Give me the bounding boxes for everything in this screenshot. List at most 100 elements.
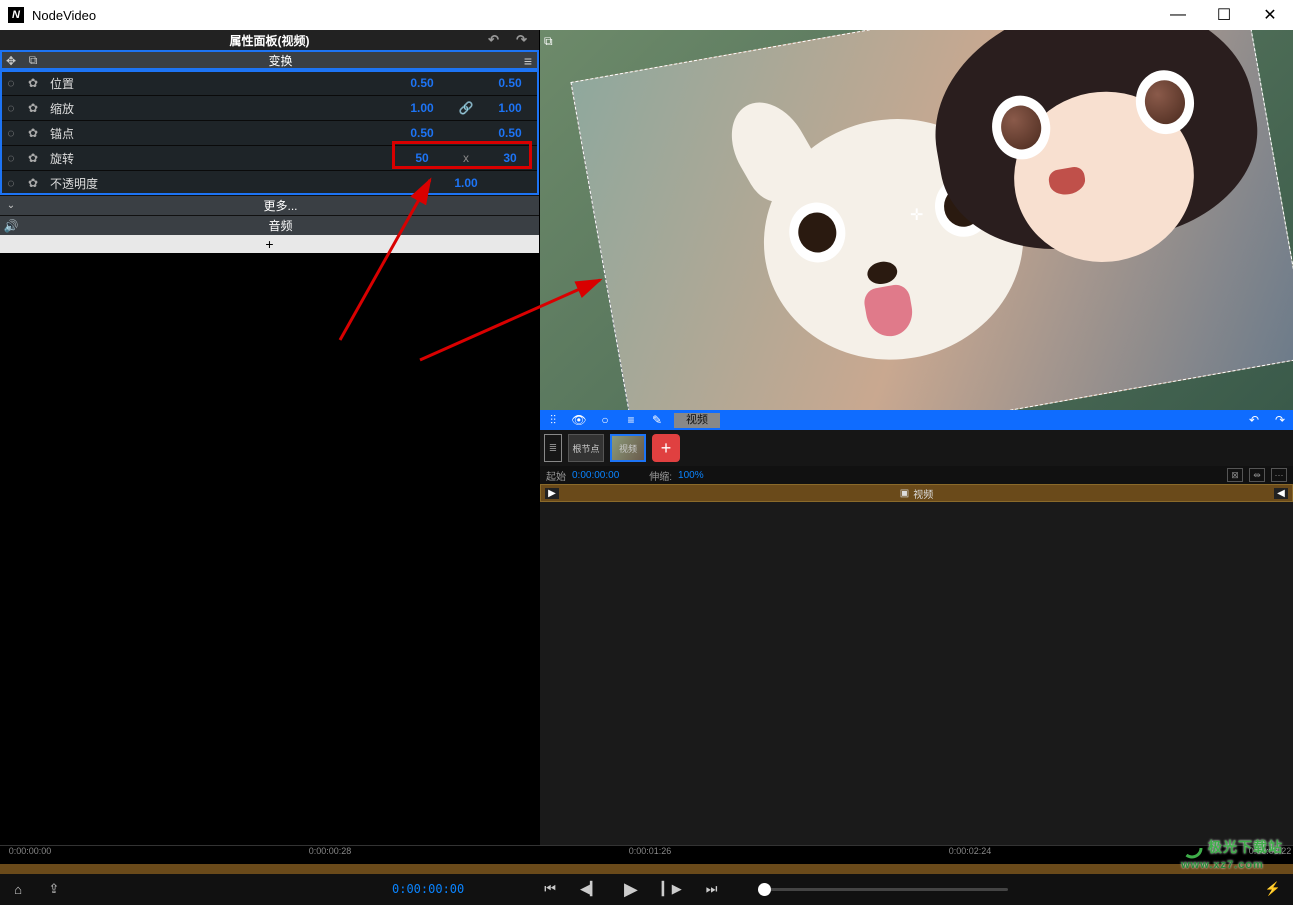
toolbar-redo-icon[interactable]: ↷ [1267, 413, 1293, 427]
gear-icon[interactable]: ✿ [22, 176, 44, 190]
transform-label: 变换 [44, 52, 517, 69]
toolbar-undo-icon[interactable]: ↶ [1241, 413, 1267, 427]
stopwatch-icon[interactable]: ◌ [0, 151, 22, 165]
zoom-slider[interactable] [758, 888, 1008, 891]
transform-section-header[interactable]: ✥ ⧉ 变换 ≡ [0, 50, 539, 70]
next-keyframe-button[interactable]: ⏭ [706, 881, 718, 897]
start-label: 起始 [546, 468, 566, 483]
right-pane: ⧉ ✛ ⫶⫶ 👁 ○ [540, 30, 1293, 845]
gear-icon[interactable]: ✿ [22, 76, 44, 90]
opacity-label: 不透明度 [44, 175, 393, 192]
rotation-separator: x [451, 151, 481, 165]
titlebar: N NodeVideo — ☐ ✕ [0, 0, 1293, 30]
position-row: ◌ ✿ 位置 0.50 0.50 [0, 70, 539, 95]
play-button[interactable]: ▶ [624, 879, 638, 900]
step-back-button[interactable]: ◀▎ [580, 881, 600, 897]
more-options-icon[interactable]: ⋯ [1271, 468, 1287, 482]
scale-x-value[interactable]: 1.00 [393, 101, 451, 115]
video-track[interactable]: ▶ ▣ 视频 ◀ [540, 484, 1293, 502]
stopwatch-icon[interactable]: ◌ [0, 176, 22, 190]
stretch-value[interactable]: 100% [678, 470, 704, 481]
stopwatch-icon[interactable]: ◌ [0, 76, 22, 90]
ruler-tick-0: 0:00:00:00 [9, 846, 52, 856]
watermark-logo-icon [1181, 837, 1203, 859]
node-toolbar: ⫶⫶ 👁 ○ ≡ ✎ 视频 ↶ ↷ [540, 410, 1293, 430]
video-node-thumb[interactable]: 视频 [610, 434, 646, 462]
flash-icon[interactable]: ⚡ [1265, 881, 1281, 897]
link-icon[interactable]: 🔗 [451, 101, 481, 115]
more-row[interactable]: ⌄ 更多... [0, 195, 539, 215]
anchor-x-value[interactable]: 0.50 [393, 126, 451, 140]
start-value[interactable]: 0:00:00:00 [572, 470, 619, 481]
circle-icon[interactable]: ○ [592, 413, 618, 427]
rotation-y-value[interactable]: 30 [481, 151, 539, 165]
speaker-icon: 🔊 [0, 219, 22, 233]
chevron-down-icon: ⌄ [0, 200, 22, 211]
anchor-y-value[interactable]: 0.50 [481, 126, 539, 140]
scale-y-value[interactable]: 1.00 [481, 101, 539, 115]
copy-icon[interactable]: ⧉ [22, 53, 44, 68]
position-x-value[interactable]: 0.50 [393, 76, 451, 90]
zoom-slider-thumb[interactable] [758, 883, 771, 896]
preview-video-frame[interactable] [570, 30, 1293, 410]
track-collapse-left-icon[interactable]: ▶ [545, 488, 559, 499]
anchor-crosshair-icon[interactable]: ✛ [910, 205, 923, 225]
app-logo-icon: N [8, 7, 24, 23]
opacity-value[interactable]: 1.00 [393, 176, 539, 190]
scale-row: ◌ ✿ 缩放 1.00 🔗 1.00 [0, 95, 539, 120]
home-button[interactable]: ⌂ [0, 882, 36, 897]
window-maximize-button[interactable]: ☐ [1201, 0, 1247, 30]
gear-icon[interactable]: ✿ [22, 126, 44, 140]
document-icon[interactable]: ≣ [544, 434, 562, 462]
window-minimize-button[interactable]: — [1155, 0, 1201, 30]
anchor-row: ◌ ✿ 锚点 0.50 0.50 [0, 120, 539, 145]
track-collapse-right-icon[interactable]: ◀ [1274, 488, 1288, 499]
rotation-row: ◌ ✿ 旋转 50 x 30 [0, 145, 539, 170]
rotation-label: 旋转 [44, 150, 393, 167]
panel-redo-icon[interactable]: ↷ [516, 32, 527, 48]
trim-icon[interactable]: ⇹ [1249, 468, 1265, 482]
step-forward-button[interactable]: ▎▶ [662, 881, 682, 897]
properties-panel: 属性面板(视频) ↶ ↷ ✥ ⧉ 变换 ≡ ◌ ✿ 位置 0.50 0.50 ◌… [0, 30, 540, 845]
clip-info-row: 起始 0:00:00:00 伸缩: 100% ⊠ ⇹ ⋯ [540, 466, 1293, 484]
crop-icon[interactable]: ⊠ [1227, 468, 1243, 482]
stopwatch-icon[interactable]: ◌ [0, 101, 22, 115]
gear-icon[interactable]: ✿ [22, 101, 44, 115]
position-label: 位置 [44, 75, 393, 92]
share-button[interactable]: ⇪ [36, 881, 72, 897]
scale-label: 缩放 [44, 100, 393, 117]
panel-title: 属性面板(视频) [230, 32, 310, 49]
add-node-button[interactable]: + [652, 434, 680, 462]
audio-row[interactable]: 🔊 音频 [0, 215, 539, 235]
anchor-label: 锚点 [44, 125, 393, 142]
gear-icon[interactable]: ✿ [22, 151, 44, 165]
watermark-url: www.xz7.com [1181, 859, 1283, 871]
visibility-icon[interactable]: 👁 [566, 413, 592, 427]
prev-keyframe-button[interactable]: ⏮ [544, 881, 556, 897]
ruler-tick-2: 0:00:01:26 [629, 846, 672, 856]
bottom-bar: ⌂ ⇪ 0:00:00:00 ⏮ ◀▎ ▶ ▎▶ ⏭ ⚡ [0, 873, 1293, 905]
preview-viewport[interactable]: ⧉ ✛ [540, 30, 1293, 410]
root-node-thumb[interactable]: 根节点 [568, 434, 604, 462]
thumbnail-row: ≣ 根节点 视频 + [540, 430, 1293, 466]
node-name-field[interactable]: 视频 [674, 413, 720, 428]
popout-icon[interactable]: ⧉ [544, 34, 560, 50]
pen-icon[interactable]: ✎ [644, 413, 670, 427]
timeline-ruler[interactable]: 0:00:00:00 0:00:00:28 0:00:01:26 0:00:02… [0, 845, 1293, 873]
rotation-x-value[interactable]: 50 [393, 151, 451, 165]
watermark-brand: 极光下载站 [1208, 839, 1283, 855]
current-time[interactable]: 0:00:00:00 [392, 882, 464, 896]
video-track-label: 视频 [913, 486, 933, 501]
menu-icon[interactable]: ≡ [618, 413, 644, 427]
panel-header: 属性面板(视频) ↶ ↷ [0, 30, 539, 50]
menu-icon[interactable]: ≡ [517, 53, 539, 69]
timeline-empty-area[interactable] [540, 502, 1293, 845]
stretch-label: 伸缩: [649, 468, 672, 483]
hierarchy-icon[interactable]: ⫶⫶ [540, 413, 566, 428]
position-y-value[interactable]: 0.50 [481, 76, 539, 90]
panel-undo-icon[interactable]: ↶ [488, 32, 499, 48]
stopwatch-icon[interactable]: ◌ [0, 126, 22, 140]
window-close-button[interactable]: ✕ [1247, 0, 1293, 30]
move-icon[interactable]: ✥ [0, 54, 22, 68]
add-property-button[interactable]: + [0, 235, 539, 253]
